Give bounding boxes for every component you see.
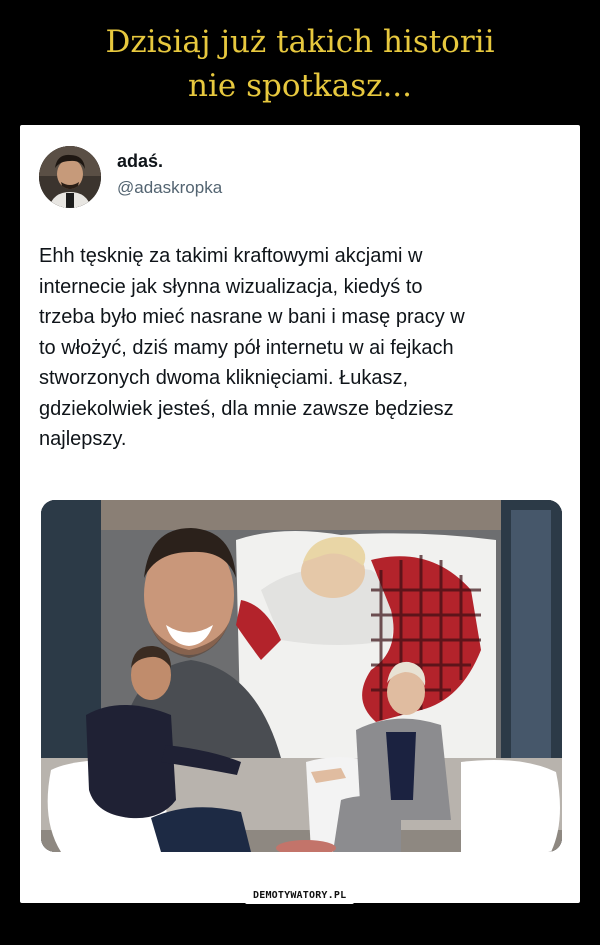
tweet-text: Ehh tęsknię za takimi kraftowymi akcjami… bbox=[39, 241, 569, 455]
meme-title-line-2: nie spotkasz... bbox=[187, 68, 413, 104]
tweet-card: adaś. @adaskropka Ehh tęsknię za takimi … bbox=[20, 125, 580, 904]
tweet-text-line: stworzonych dwoma kliknięciami. Łukasz, bbox=[39, 367, 409, 389]
tweet-media-photo[interactable] bbox=[41, 500, 562, 852]
watermark: DEMOTYWATORY.PL bbox=[245, 888, 355, 904]
avatar[interactable] bbox=[39, 146, 101, 208]
meme-title: Dzisiaj już takich historii nie spotkasz… bbox=[0, 20, 600, 108]
display-name[interactable]: adaś. bbox=[117, 151, 163, 172]
user-handle[interactable]: @adaskropka bbox=[117, 178, 222, 198]
meme-title-line-1: Dzisiaj już takich historii bbox=[105, 24, 495, 60]
tweet-text-line: najlepszy. bbox=[39, 428, 127, 450]
tweet-text-line: Ehh tęsknię za takimi kraftowymi akcjami… bbox=[39, 245, 423, 267]
tweet-text-line: trzeba było mieć nasrane w bani i masę p… bbox=[39, 306, 465, 328]
tweet-text-line: internecie jak słynna wizualizacja, kied… bbox=[39, 275, 423, 298]
tweet-text-line: gdziekolwiek jesteś, dla mnie zawsze będ… bbox=[39, 397, 454, 420]
tweet-text-line: to włożyć, dziś mamy pół internetu w ai … bbox=[39, 336, 454, 359]
